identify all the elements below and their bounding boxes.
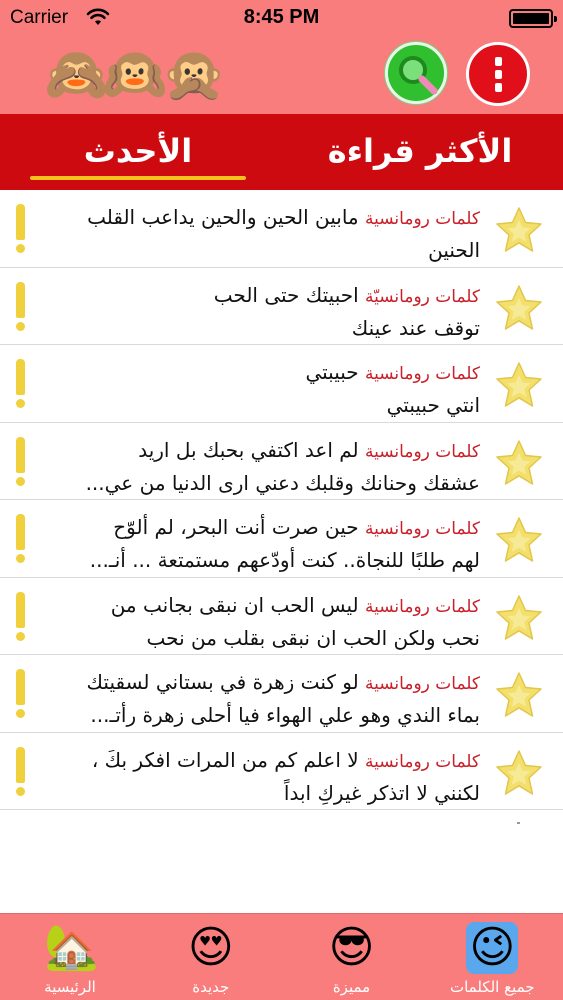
post-category: كلمات رومانسية xyxy=(365,596,480,617)
heart-eyes-icon: 😍 xyxy=(187,922,234,973)
favorite-star-icon[interactable] xyxy=(493,669,545,721)
post-text: كلمات رومانسية مابين الحين والحين يداعب … xyxy=(44,202,480,266)
post-text: كلمات رومانسية حبيبتي انتي حبيبتي xyxy=(44,357,480,421)
post-line-1-text: حبيبتي xyxy=(305,360,359,384)
post-line-1-text: حين صرت أنت البحر، لم ألوّح xyxy=(113,515,359,539)
report-icon[interactable] xyxy=(14,591,26,644)
report-icon[interactable] xyxy=(14,436,26,489)
post-category: كلمات رومانسية xyxy=(365,209,480,229)
tab-bar-item-1[interactable]: 🏡 الرئيسية xyxy=(0,914,140,1000)
kebab-menu-icon xyxy=(495,83,502,92)
report-icon[interactable] xyxy=(14,204,26,256)
report-icon[interactable] xyxy=(14,281,26,334)
kebab-menu-icon xyxy=(495,57,502,66)
post-line-1: كلمات رومانسية لم اعد اكتفي بحبك بل اريد xyxy=(44,435,480,468)
post-line-2: توقف عند عينك xyxy=(351,315,480,340)
bottom-tab-bar: 🏡 الرئيسية 😍 جديدة 😎 مميزة 😉 جميع الكلمات xyxy=(0,913,563,1000)
post-line-2: بماء الندي وهو علي الهواء فيا أحلى زهرة … xyxy=(90,703,480,727)
post-text: كلمات رومانسية لم اعد اكتفي بحبك بل اريد… xyxy=(44,435,480,499)
list-item[interactable]: كلمات رومانسية لم اعد اكتفي بحبك بل اريد… xyxy=(0,423,563,500)
favorite-star-icon[interactable] xyxy=(493,747,545,799)
post-category: كلمات رومانسية xyxy=(365,751,480,772)
post-line-2: الحنين xyxy=(428,238,480,262)
list-item[interactable]: كلمات رومانسية مابين الحين والحين يداعب … xyxy=(0,190,563,268)
status-time: 8:45 PM xyxy=(243,6,320,28)
status-bar: Carrier 8:45 PM xyxy=(0,0,563,36)
search-icon xyxy=(399,56,438,95)
post-line-2: عشقك وحنانك وقلبك دعني ارى الدنيا من عي.… xyxy=(85,470,480,495)
report-icon[interactable] xyxy=(14,359,26,411)
post-category: كلمات رومانسية xyxy=(365,441,480,462)
tab-bar-item-3[interactable]: 😎 مميزة xyxy=(282,914,422,1000)
menu-button[interactable] xyxy=(466,42,530,106)
app-root: Carrier 8:45 PM 🙈🙉🙊 الأحدث الأكثر قراءة … xyxy=(0,0,563,1000)
post-line-2: لهم طلبًا للنجاة.. كنت أودّعهم مستمتعة .… xyxy=(89,548,480,572)
post-line-1: كلمات رومانسية حين صرت أنت البحر، لم ألو… xyxy=(44,512,480,545)
post-line-1-text: ليس الحب ان نبقى بجانب من xyxy=(110,592,359,617)
post-line-1-text: لا اعلم كم من المرات افكر بكَ ، xyxy=(91,747,359,772)
tab-bar-label: مميزة xyxy=(332,978,371,996)
tab-bar-label: جديدة xyxy=(192,978,230,996)
post-line-1-text: مابين الحين والحين يداعب القلب xyxy=(87,205,359,229)
post-line-1: كلمات رومانسية حبيبتي xyxy=(44,357,480,390)
post-text: كلمات رومانسية لا اعلم كم من المرات افكر… xyxy=(44,745,480,809)
list-item[interactable]: كلمات رومانسية لا اعلم كم من المرات افكر… xyxy=(0,733,563,810)
report-icon[interactable] xyxy=(14,669,26,721)
list-item[interactable]: كلمات رومانسية ليس الحب ان نبقى بجانب من… xyxy=(0,578,563,655)
sunglasses-icon: 😎 xyxy=(328,922,375,973)
search-button[interactable] xyxy=(385,42,447,104)
post-line-1: كلمات رومانسية مابين الحين والحين يداعب … xyxy=(44,202,480,235)
monkeys-logo: 🙈🙉🙊 xyxy=(44,45,226,105)
list-item[interactable]: كلمات رومانسية حبيبتي انتي حبيبتي xyxy=(0,345,563,423)
list-item[interactable]: كلمات رومانسية لو كنت زهرة في بستاني لسق… xyxy=(0,655,563,733)
post-text: كلمات رومانسية ليس الحب ان نبقى بجانب من… xyxy=(44,590,480,654)
favorite-star-icon[interactable] xyxy=(493,359,545,411)
favorite-star-icon[interactable] xyxy=(493,204,545,256)
post-line-1-text: لو كنت زهرة في بستاني لسقيتك xyxy=(86,670,359,694)
report-icon[interactable] xyxy=(14,746,26,799)
battery-fill xyxy=(513,13,549,24)
post-text: كلمات رومانسية لو كنت زهرة في بستاني لسق… xyxy=(44,667,480,731)
post-line-1: كلمات رومانسية لو كنت زهرة في بستاني لسق… xyxy=(44,667,480,700)
post-line-2: نحب ولكن الحب ان نبقى بقلب من نحب xyxy=(146,625,480,650)
post-category: كلمات رومانسيّة xyxy=(365,286,480,307)
report-icon[interactable] xyxy=(14,514,26,566)
post-text: كلمات رومانسيّة احبيتك حتى الحب توقف عند … xyxy=(44,280,480,344)
tab-bar-item-4[interactable]: 😉 جميع الكلمات xyxy=(422,914,562,1000)
home-icon: 🏡 xyxy=(44,922,99,973)
post-line-1: كلمات رومانسية ليس الحب ان نبقى بجانب من xyxy=(44,590,480,623)
posts-list[interactable]: كلمات رومانسية مابين الحين والحين يداعب … xyxy=(0,190,563,810)
post-line-1: كلمات رومانسية لا اعلم كم من المرات افكر… xyxy=(44,745,480,778)
post-category: كلمات رومانسية xyxy=(365,364,480,384)
battery-icon xyxy=(509,9,557,28)
tab-indicator xyxy=(30,176,246,180)
list-end-mark xyxy=(517,822,520,824)
kebab-menu-icon xyxy=(495,70,502,79)
favorite-star-icon[interactable] xyxy=(493,437,545,489)
post-category: كلمات رومانسية xyxy=(365,519,480,539)
post-line-1-text: لم اعد اكتفي بحبك بل اريد xyxy=(138,437,359,462)
post-line-1: كلمات رومانسيّة احبيتك حتى الحب xyxy=(44,280,480,313)
favorite-star-icon[interactable] xyxy=(493,282,545,334)
post-line-2: لكنني لا اتذكر غيركِ ابداً xyxy=(283,780,480,805)
list-item[interactable]: كلمات رومانسيّة احبيتك حتى الحب توقف عند … xyxy=(0,268,563,345)
tab-latest[interactable]: الأحدث xyxy=(30,128,246,178)
app-header: 🙈🙉🙊 xyxy=(0,36,563,114)
tab-bar-label: جميع الكلمات xyxy=(449,978,535,996)
post-line-1-text: احبيتك حتى الحب xyxy=(213,282,359,307)
tab-most-read[interactable]: الأكثر قراءة xyxy=(320,128,520,178)
post-line-2: انتي حبيبتي xyxy=(386,393,480,417)
favorite-star-icon[interactable] xyxy=(493,514,545,566)
wink-icon: 😉 xyxy=(466,922,519,974)
post-text: كلمات رومانسية حين صرت أنت البحر، لم ألو… xyxy=(44,512,480,576)
tab-bar-item-2[interactable]: 😍 جديدة xyxy=(141,914,281,1000)
post-category: كلمات رومانسية xyxy=(365,674,480,694)
favorite-star-icon[interactable] xyxy=(493,592,545,644)
list-item[interactable]: كلمات رومانسية حين صرت أنت البحر، لم ألو… xyxy=(0,500,563,578)
tab-bar-label: الرئيسية xyxy=(44,978,96,996)
